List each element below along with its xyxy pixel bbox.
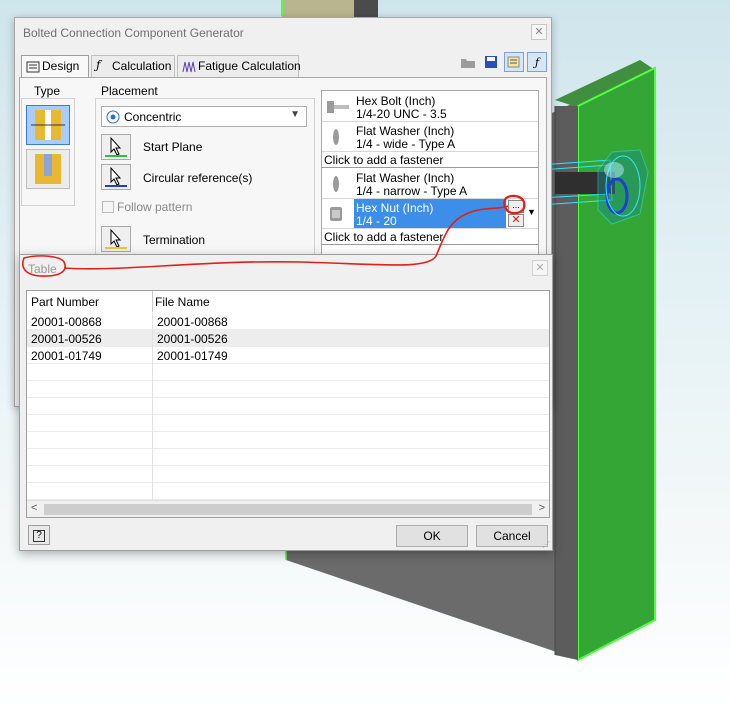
- termination-label: Termination: [143, 233, 206, 247]
- follow-pattern-checkbox[interactable]: [102, 201, 114, 213]
- function-icon: ƒ: [96, 58, 101, 72]
- follow-pattern-label: Follow pattern: [117, 200, 193, 214]
- circular-reference-label: Circular reference(s): [143, 171, 253, 185]
- fastener-name: Flat Washer (Inch): [356, 171, 455, 185]
- type-group: [21, 98, 75, 206]
- design-tab-icon: [26, 60, 40, 74]
- fastener-flat-washer-narrow[interactable]: Flat Washer (Inch) 1/4 - narrow - Type A: [322, 169, 538, 199]
- washer-icon: [326, 128, 350, 146]
- empty-row: [27, 364, 549, 381]
- close-icon[interactable]: ✕: [532, 260, 548, 276]
- table-row[interactable]: 20001-00526 20001-00526: [27, 330, 549, 347]
- hex-nut-icon: [326, 205, 350, 223]
- part-number-cell: 20001-00526: [31, 332, 102, 346]
- close-icon[interactable]: ✕: [531, 24, 547, 40]
- type-group-label: Type: [34, 84, 61, 98]
- file-name-cell: 20001-01749: [157, 349, 228, 363]
- table-row[interactable]: 20001-00868 20001-00868: [27, 313, 549, 330]
- select-arrow-icon: [105, 136, 127, 157]
- empty-row: [27, 449, 549, 466]
- more-button[interactable]: ...: [508, 200, 524, 213]
- fastener-hex-nut[interactable]: Hex Nut (Inch) 1/4 - 20 ... ✕ ▼: [322, 199, 538, 229]
- tab-calculation[interactable]: ƒ Calculation: [91, 55, 175, 77]
- table-dialog-title: Table: [28, 262, 57, 276]
- scroll-right-icon[interactable]: >: [539, 502, 545, 514]
- chevron-down-icon: ▼: [290, 109, 300, 120]
- dialog-toolbar: ƒ: [458, 52, 547, 72]
- blind-hole-icon: [35, 154, 61, 184]
- fastener-hex-bolt[interactable]: Hex Bolt (Inch) 1/4-20 UNC - 3.5: [322, 92, 538, 122]
- through-hole-icon: [31, 110, 65, 140]
- select-arrow-icon: [105, 228, 127, 249]
- dialog-title: Bolted Connection Component Generator: [23, 26, 244, 40]
- delete-icon[interactable]: ✕: [508, 214, 524, 227]
- tab-calculation-label: Calculation: [112, 59, 172, 73]
- start-plane-label: Start Plane: [143, 140, 203, 154]
- column-divider[interactable]: [152, 291, 153, 312]
- tab-fatigue-label: Fatigue Calculation: [198, 59, 301, 73]
- hex-bolt-icon: [326, 98, 350, 116]
- open-folder-icon[interactable]: [458, 52, 478, 72]
- parts-table: Part Number File Name 20001-00868 20001-…: [26, 290, 550, 518]
- column-line: [152, 313, 153, 501]
- ok-button[interactable]: OK: [396, 525, 468, 547]
- resize-grip-icon[interactable]: ⋰: [542, 540, 550, 549]
- scroll-left-icon[interactable]: <: [31, 502, 37, 514]
- empty-row: [27, 398, 549, 415]
- tab-design[interactable]: Design: [21, 55, 89, 78]
- washer-icon: [326, 175, 350, 193]
- placement-group-label: Placement: [101, 84, 158, 98]
- placement-value: Concentric: [124, 110, 182, 124]
- fastener-name: Hex Nut (Inch): [356, 201, 434, 215]
- fastener-size: 1/4 - 20: [356, 214, 397, 228]
- empty-row: [27, 483, 549, 500]
- empty-row: [27, 381, 549, 398]
- fastener-name: Hex Bolt (Inch): [356, 94, 436, 108]
- fastener-name: Flat Washer (Inch): [356, 124, 455, 138]
- table-row[interactable]: 20001-01749 20001-01749: [27, 347, 549, 364]
- part-number-cell: 20001-01749: [31, 349, 102, 363]
- table-dialog: Table ✕ Part Number File Name 20001-0086…: [19, 254, 553, 551]
- start-plane-pick-button[interactable]: [101, 134, 131, 160]
- help-button[interactable]: ?: [28, 525, 50, 545]
- table-header: Part Number File Name: [27, 291, 549, 313]
- fastener-size: 1/4 - narrow - Type A: [356, 184, 468, 198]
- empty-row: [27, 432, 549, 449]
- concentric-icon: [106, 110, 120, 127]
- design-guide-icon[interactable]: [504, 52, 524, 72]
- file-name-cell: 20001-00868: [157, 315, 228, 329]
- cancel-button[interactable]: Cancel: [476, 525, 548, 547]
- through-hole-type-button[interactable]: [26, 105, 70, 145]
- column-header-file-name[interactable]: File Name: [155, 295, 210, 309]
- save-icon[interactable]: [481, 52, 501, 72]
- fatigue-graph-icon: [182, 60, 196, 74]
- placement-select[interactable]: Concentric ▼: [101, 106, 307, 127]
- calculate-icon[interactable]: ƒ: [527, 52, 547, 72]
- dropdown-arrow-icon[interactable]: ▼: [527, 207, 536, 217]
- help-icon: ?: [33, 530, 45, 542]
- part-number-cell: 20001-00868: [31, 315, 102, 329]
- add-fastener-top[interactable]: Click to add a fastener: [322, 152, 538, 168]
- horizontal-scrollbar[interactable]: < >: [27, 500, 549, 517]
- fastener-flat-washer-wide[interactable]: Flat Washer (Inch) 1/4 - wide - Type A: [322, 122, 538, 152]
- termination-pick-button[interactable]: [101, 226, 131, 252]
- empty-row: [27, 415, 549, 432]
- file-name-cell: 20001-00526: [157, 332, 228, 346]
- select-arrow-icon: [105, 166, 127, 187]
- fastener-size: 1/4-20 UNC - 3.5: [356, 107, 447, 121]
- tab-fatigue-calculation[interactable]: Fatigue Calculation: [177, 55, 301, 77]
- column-header-part-number[interactable]: Part Number: [31, 295, 99, 309]
- scrollbar-thumb[interactable]: [44, 504, 532, 515]
- tab-design-label: Design: [42, 59, 80, 73]
- empty-row: [27, 466, 549, 483]
- blind-hole-type-button[interactable]: [26, 149, 70, 189]
- add-fastener-bottom[interactable]: Click to add a fastener: [322, 229, 538, 245]
- fastener-list: Hex Bolt (Inch) 1/4-20 UNC - 3.5 Flat Wa…: [321, 90, 539, 256]
- fastener-size: 1/4 - wide - Type A: [356, 137, 456, 151]
- circular-reference-pick-button[interactable]: [101, 164, 131, 190]
